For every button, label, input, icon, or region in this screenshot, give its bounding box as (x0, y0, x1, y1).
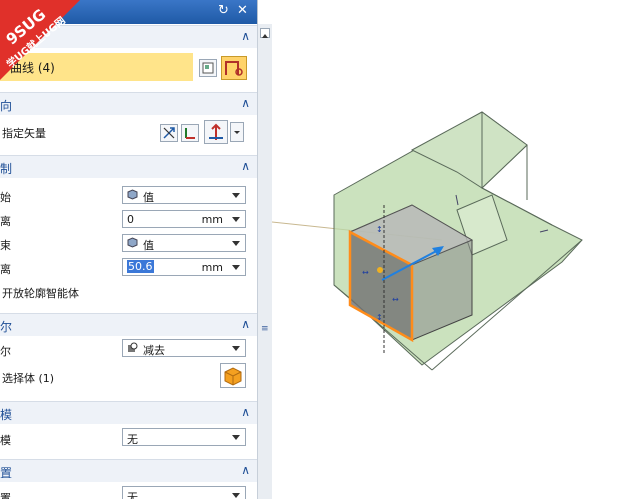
section-header-boolean[interactable]: 尔 ∧ (0, 313, 257, 336)
origin-handle[interactable] (377, 267, 383, 273)
section-title-boolean: 尔 (0, 320, 13, 334)
site-watermark-logo: 9SUG 学UG就上UG网 (0, 0, 80, 80)
draft-select[interactable]: 无 (122, 428, 246, 446)
section-title-draft: 模 (0, 408, 13, 422)
chevron-down-icon[interactable] (232, 435, 240, 440)
collapse-caret-icon[interactable]: ∧ (241, 29, 250, 43)
handle-mark-icon[interactable]: ↔ (362, 268, 369, 277)
reverse-direction-icon[interactable] (160, 124, 178, 142)
open-profile-row[interactable]: 开放轮廓智能体 (0, 281, 257, 303)
handle-mark-icon[interactable]: ↕ (376, 313, 383, 322)
boolean-select[interactable]: 减去 (122, 339, 246, 357)
start-distance-input[interactable]: 0 mm (122, 210, 246, 228)
close-icon[interactable]: ✕ (237, 3, 248, 18)
curve-select-icon[interactable] (221, 56, 247, 80)
chevron-down-icon[interactable] (232, 265, 240, 270)
chevron-down-icon[interactable] (232, 241, 240, 246)
body-select-icon[interactable] (220, 363, 246, 388)
scroll-up-icon[interactable] (260, 28, 270, 38)
collapse-caret-icon[interactable]: ∧ (241, 405, 250, 419)
end-distance-input[interactable]: 50.6 mm (122, 258, 246, 276)
handle-mark-icon[interactable]: ↔ (392, 295, 399, 304)
section-title-limits: 制 (0, 162, 13, 176)
end-distance-row: 离 50.6 mm (0, 257, 257, 279)
chevron-down-icon[interactable] (232, 493, 240, 498)
end-limit-select[interactable]: 值 (122, 234, 246, 252)
vector-type-dropdown-icon[interactable] (230, 122, 244, 142)
offset-label: 置 (0, 492, 11, 499)
select-body-label: 选择体 (1) (2, 372, 55, 385)
handle-mark-icon[interactable]: ↕ (376, 225, 383, 234)
offset-row: 置 无 (0, 486, 257, 499)
subtract-icon (128, 342, 138, 352)
boolean-row: 尔 减去 (0, 339, 257, 361)
value-icon (127, 237, 138, 248)
start-distance-row: 离 0 mm (0, 209, 257, 231)
3d-graphics-viewport[interactable]: ↕ ↔ ↔ ↕ (272, 0, 620, 499)
section-header-offset[interactable]: 置 ∧ (0, 459, 257, 482)
section-header-direction[interactable]: 向 ∧ (0, 92, 257, 115)
section-header-limits[interactable]: 制 ∧ (0, 155, 257, 178)
vector-dialog-icon[interactable] (181, 124, 199, 142)
section-title-offset: 置 (0, 466, 13, 480)
end-row: 束 值 (0, 233, 257, 255)
section-header-draft[interactable]: 模 ∧ (0, 401, 257, 424)
start-distance-label: 离 (0, 215, 11, 228)
vector-label: 指定矢量 (2, 127, 46, 140)
collapse-caret-icon[interactable]: ∧ (241, 96, 250, 110)
start-label: 始 (0, 191, 11, 204)
open-profile-label: 开放轮廓智能体 (2, 287, 79, 300)
vector-type-icon[interactable] (204, 120, 228, 144)
offset-select[interactable]: 无 (122, 486, 246, 499)
end-label: 束 (0, 239, 11, 252)
refresh-icon[interactable]: ↻ (218, 3, 229, 18)
collapse-caret-icon[interactable]: ∧ (241, 463, 250, 477)
section-title-direction: 向 (0, 99, 13, 113)
scroll-grip-icon[interactable]: ≡ (261, 324, 269, 334)
boolean-label: 尔 (0, 345, 11, 358)
sketch-section-icon[interactable] (199, 59, 217, 77)
start-limit-select[interactable]: 值 (122, 186, 246, 204)
end-distance-label: 离 (0, 263, 11, 276)
chevron-down-icon[interactable] (232, 217, 240, 222)
select-body-row: 选择体 (1) (0, 366, 257, 388)
collapse-caret-icon[interactable]: ∧ (241, 159, 250, 173)
chevron-down-icon[interactable] (232, 346, 240, 351)
draft-label: 模 (0, 434, 11, 447)
value-icon (127, 189, 138, 200)
panel-scrollbar[interactable]: ≡ (257, 24, 272, 499)
chevron-down-icon[interactable] (232, 193, 240, 198)
collapse-caret-icon[interactable]: ∧ (241, 317, 250, 331)
draft-row: 模 无 (0, 428, 257, 450)
start-row: 始 值 (0, 185, 257, 207)
